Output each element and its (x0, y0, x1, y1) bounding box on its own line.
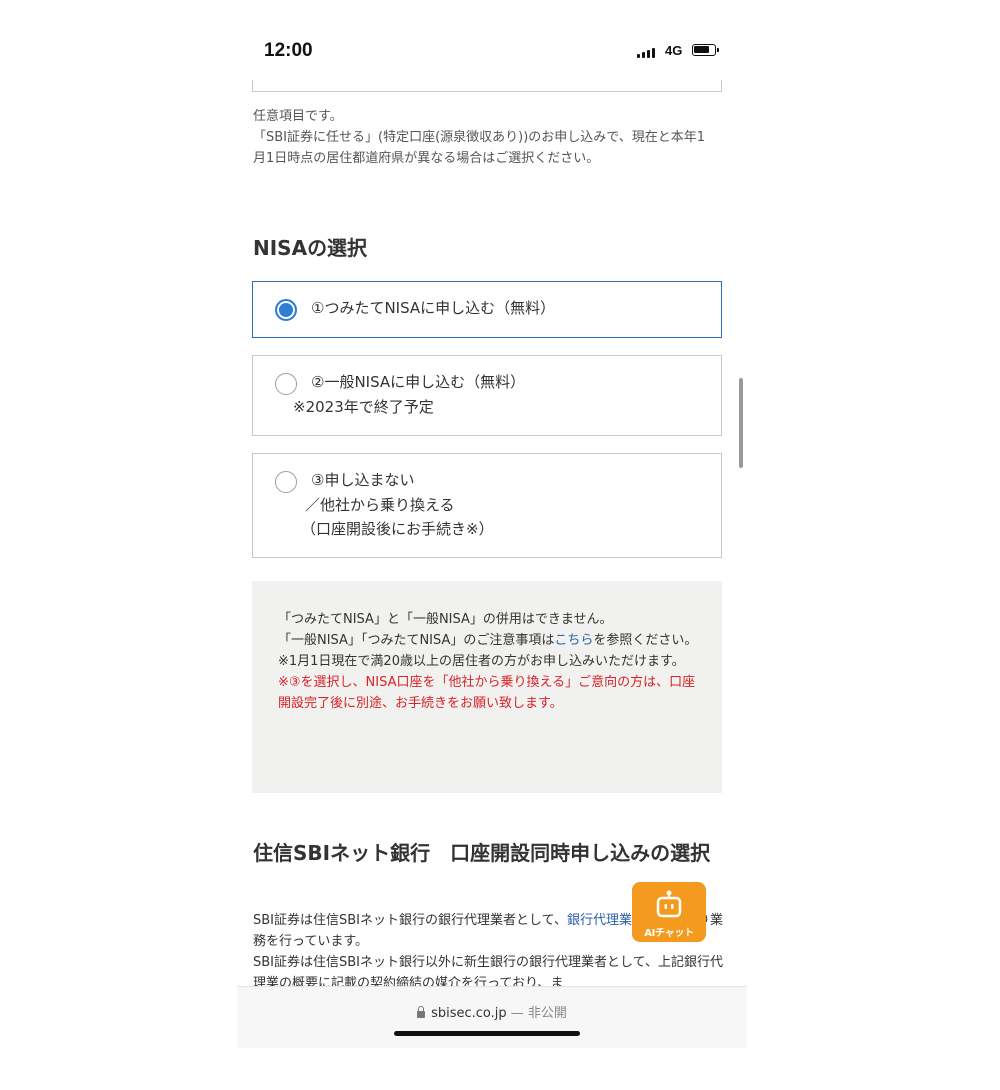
nisa-option-tsumitate[interactable]: ①つみたてNISAに申し込む（無料） (252, 281, 722, 338)
signal-icon (637, 46, 655, 58)
battery-icon (692, 44, 719, 56)
info-text-pre: 「一般NISA」「つみたてNISA」のご注意事項は (278, 633, 555, 648)
warning-text: ※③を選択し、NISA口座を「他社から乗り換える」ご意向の方は、口座開設完了後に… (278, 675, 696, 711)
nisa-info-box: 「つみたてNISA」と「一般NISA」の併用はできません。 「一般NISA」「つ… (252, 581, 722, 793)
network-type: 4G (665, 43, 683, 58)
radio-empty-icon[interactable] (275, 471, 297, 493)
url-domain: sbisec.co.jp (431, 1006, 507, 1021)
ai-chat-label: AIチャット (644, 928, 694, 939)
bank-text-pre: SBI証券は住信SBIネット銀行の銀行代理業者として、 (253, 913, 567, 928)
radio-empty-icon[interactable] (275, 373, 297, 395)
status-time: 12:00 (264, 40, 313, 61)
note-line: 「SBI証券に任せる」(特定口座(源泉徴収あり))のお申し込みで、現在と本年1月… (253, 130, 706, 166)
home-indicator[interactable] (394, 1031, 580, 1036)
lock-icon (417, 1006, 426, 1018)
info-text-post: を参照ください。 (593, 633, 698, 648)
bank-section-title: 住信SBIネット銀行 口座開設同時申し込みの選択 (253, 841, 711, 865)
nisa-option-general[interactable]: ②一般NISAに申し込む（無料） ※2023年で終了予定 (252, 355, 722, 436)
option-label: ②一般NISAに申し込む（無料） (311, 373, 526, 391)
status-bar: 12:00 4G (237, 0, 747, 80)
nisa-section-title: NISAの選択 (253, 236, 368, 260)
note-line: 任意項目です。 (253, 109, 343, 124)
radio-selected-icon[interactable] (275, 299, 297, 321)
info-text: 「つみたてNISA」と「一般NISA」の併用はできません。 (278, 612, 613, 627)
prefecture-note: 任意項目です。 「SBI証券に任せる」(特定口座(源泉徴収あり))のお申し込みで… (253, 106, 713, 169)
info-text: ※1月1日現在で満20歳以上の居住者の方がお申し込みいただけます。 (278, 654, 685, 669)
phone-screen: 12:00 4G 任意項目です。 「SBI証券に任せる」(特定口座(源泉徴収あり… (237, 0, 747, 1048)
option-label: ③申し込まない (311, 471, 415, 489)
scrollbar[interactable] (739, 378, 743, 468)
url-separator: — (506, 1006, 528, 1021)
browser-address-bar[interactable]: sbisec.co.jp — 非公開 (237, 986, 747, 1048)
option-label: ①つみたてNISAに申し込む（無料） (311, 299, 556, 317)
ai-chat-button[interactable]: AIチャット (632, 882, 706, 942)
url-visibility: 非公開 (527, 1006, 567, 1021)
nisa-option-none[interactable]: ③申し込まない ／他社から乗り換える （口座開設後にお手続き※） (252, 453, 722, 558)
url-display[interactable]: sbisec.co.jp — 非公開 (237, 1002, 747, 1021)
info-text: 「一般NISA」「つみたてNISA」のご注意事項はこちらを参照ください。 (278, 630, 698, 651)
option-sublabel: （口座開設後にお手続き※） (301, 520, 494, 538)
notes-link[interactable]: こちら (554, 633, 593, 648)
option-sublabel: ／他社から乗り換える (305, 496, 455, 514)
robot-icon (656, 890, 682, 918)
option-sublabel: ※2023年で終了予定 (293, 398, 434, 416)
